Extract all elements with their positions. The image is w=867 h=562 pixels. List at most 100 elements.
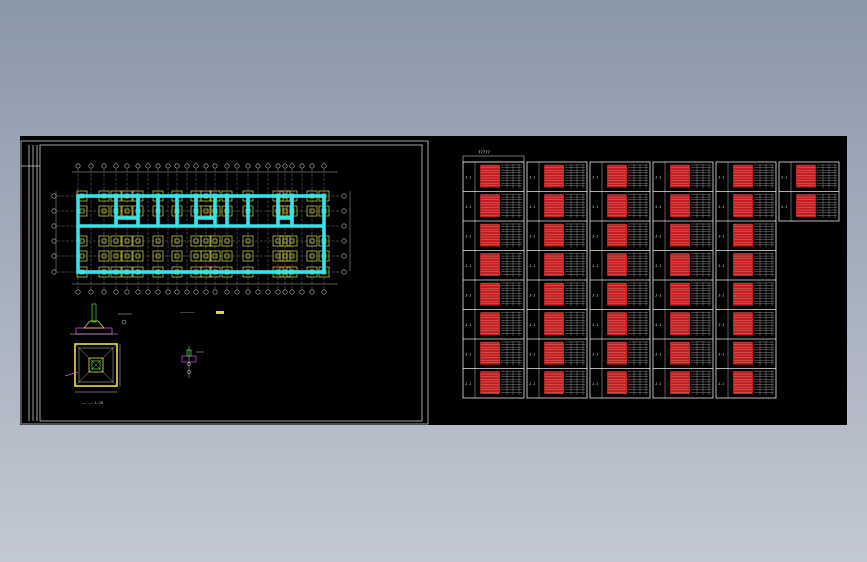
schedule-red-cell (544, 312, 564, 335)
schedule-red-cell (544, 371, 564, 394)
schedule-row-tag: J-1 (592, 234, 598, 238)
axis-bubble (88, 163, 94, 169)
schedule-row-tag: J-1 (718, 323, 724, 327)
axis-bubble (341, 223, 347, 229)
schedule-red-cell (733, 342, 753, 365)
schedule-red-cell (733, 312, 753, 335)
schedule-row-tag: J-1 (529, 175, 535, 179)
schedule-red-cell (480, 283, 500, 306)
schedule-row-tag: J-1 (655, 382, 661, 386)
axis-bubble (174, 289, 180, 295)
schedule-row-tag: J-1 (465, 352, 471, 356)
axis-bubble (245, 289, 251, 295)
axis-bubbles-left (51, 193, 57, 275)
schedule-red-cell (670, 224, 690, 247)
schedule-red-cell (480, 224, 500, 247)
axis-bubble (309, 289, 315, 295)
schedule-red-cell (544, 342, 564, 365)
schedule-row-tag: J-1 (592, 264, 598, 268)
schedule-row-tag: J-1 (529, 382, 535, 386)
schedule-row-tag: J-1 (718, 234, 724, 238)
schedule-red-cell (480, 342, 500, 365)
axis-bubble (224, 289, 230, 295)
axis-bubble (135, 289, 141, 295)
schedule-red-cell (607, 165, 627, 188)
axis-bubble (51, 193, 57, 199)
foundation-plan: —————— (51, 163, 351, 315)
schedule-red-cell (670, 312, 690, 335)
axis-bubble (51, 269, 57, 275)
schedule-red-cell (607, 312, 627, 335)
axis-bubble (88, 289, 94, 295)
axis-bubble (255, 163, 261, 169)
schedule-red-cell (670, 194, 690, 217)
schedule-red-cell (480, 194, 500, 217)
schedule-row-tag: J-1 (465, 205, 471, 209)
axis-bubble (165, 289, 171, 295)
schedule-row-tag: J-1 (718, 352, 724, 356)
axis-bubble (245, 163, 251, 169)
schedule-row-tag: J-1 (655, 234, 661, 238)
axis-bubble (275, 163, 281, 169)
axis-bubble (51, 238, 57, 244)
footing-plan-detail: —— —— 1:20 (64, 343, 121, 405)
schedule-row-tag: J-1 (655, 205, 661, 209)
schedule-row-tag: J-1 (529, 293, 535, 297)
axis-bubble (165, 163, 171, 169)
schedule-row-tag: J-1 (465, 264, 471, 268)
axis-bubble (289, 163, 295, 169)
schedule-row-tag: J-1 (529, 323, 535, 327)
schedule-red-cell (733, 283, 753, 306)
schedule-red-cell (733, 224, 753, 247)
schedule-row-tag: J-1 (465, 382, 471, 386)
axis-bubble (282, 289, 288, 295)
schedule-red-cell (733, 165, 753, 188)
axis-bubble (75, 289, 81, 295)
axis-bubble (174, 163, 180, 169)
axis-bubble (341, 193, 347, 199)
axis-bubble (193, 289, 199, 295)
axis-bubble (234, 163, 240, 169)
schedule-row-tag: J-1 (718, 205, 724, 209)
axis-bubble (321, 163, 327, 169)
axis-bubble (155, 289, 161, 295)
schedule-red-cell (480, 312, 500, 335)
axis-bubble (145, 163, 151, 169)
sheet-frame (20, 140, 429, 425)
axis-bubbles-right (341, 193, 347, 275)
axis-bubble (341, 238, 347, 244)
axis-bubble (113, 289, 119, 295)
schedule-red-cell (544, 194, 564, 217)
schedule-red-cell (607, 342, 627, 365)
schedule-red-cell (607, 224, 627, 247)
axis-bubble (341, 208, 347, 214)
axis-bubble (224, 163, 230, 169)
schedule-row-tag: J-1 (655, 175, 661, 179)
axis-bubble (212, 289, 218, 295)
schedule-red-cell (544, 283, 564, 306)
axis-bubble (341, 269, 347, 275)
schedule-title: ????? (478, 150, 491, 155)
column-detail (181, 346, 204, 378)
schedule-row-tag: J-1 (718, 293, 724, 297)
axis-bubble (193, 163, 199, 169)
schedule-red-cell (544, 253, 564, 276)
schedule-red-cell (544, 165, 564, 188)
schedule-red-cell (670, 342, 690, 365)
schedule-red-cell (733, 253, 753, 276)
axis-bubbles-bottom (75, 289, 327, 295)
schedule-red-cell (733, 194, 753, 217)
schedule-row-tag: J-1 (465, 175, 471, 179)
schedule-red-cell (796, 194, 816, 217)
schedule-red-cell (670, 371, 690, 394)
axis-bubbles-top (75, 163, 327, 169)
axis-bubble (299, 289, 305, 295)
axis-bubble (321, 289, 327, 295)
cad-model-space[interactable]: —————— —— —— 1:20 J-1 J-1 J-1 J-1 J-1 J-… (20, 136, 847, 425)
schedule-row-tag: J-1 (781, 175, 787, 179)
axis-bubble (124, 289, 130, 295)
schedule-red-cell (480, 371, 500, 394)
schedule-red-cell (796, 165, 816, 188)
schedule-row-tag: J-1 (718, 382, 724, 386)
axis-bubble (341, 253, 347, 259)
